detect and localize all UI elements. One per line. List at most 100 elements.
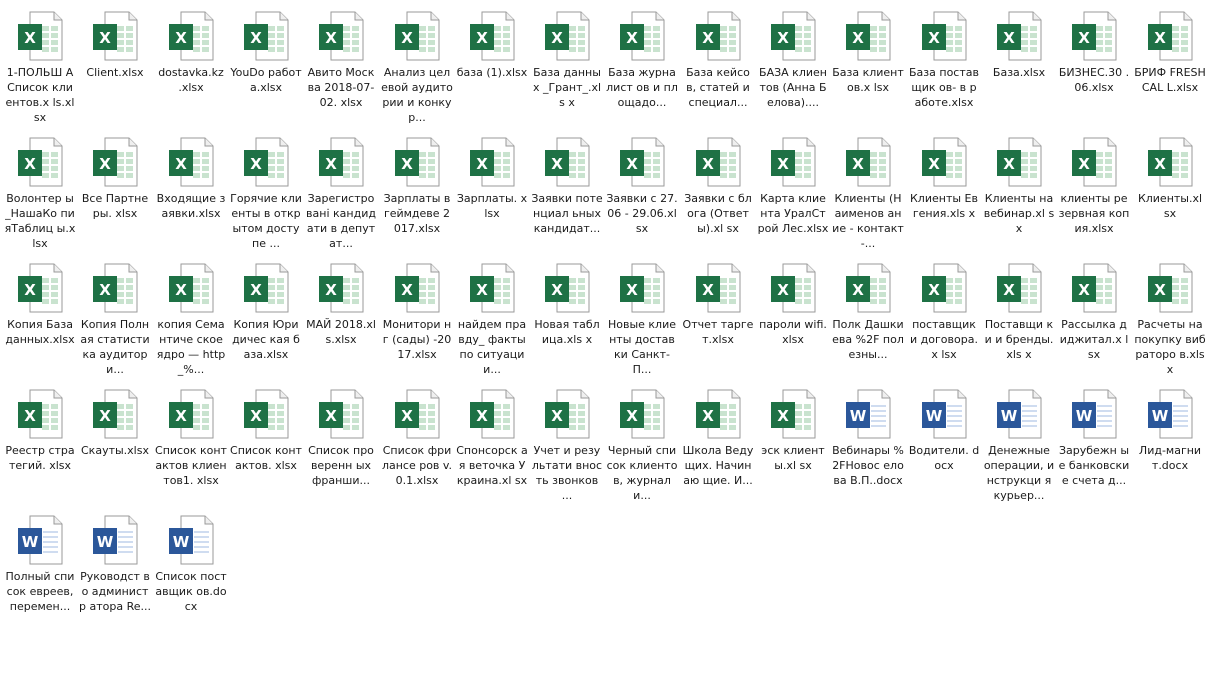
file-item[interactable]: X База.xlsx bbox=[981, 2, 1057, 126]
excel-file-icon: X bbox=[543, 10, 591, 62]
excel-file-icon: X bbox=[242, 10, 290, 62]
file-item[interactable]: X Список фрилансе ров v.0.1.xlsx bbox=[379, 380, 455, 504]
file-item[interactable]: Xпоставщик и договора.x lsx bbox=[906, 254, 982, 378]
file-item[interactable]: X YouDo работа.xlsx bbox=[228, 2, 304, 126]
excel-file-icon: X bbox=[91, 262, 139, 314]
svg-text:X: X bbox=[852, 281, 864, 299]
file-item[interactable]: X Авито Москва 2018-07-02. xlsx bbox=[303, 2, 379, 126]
svg-text:X: X bbox=[24, 29, 36, 47]
file-item[interactable]: X Горячие клиенты в открытом доступе ... bbox=[228, 128, 304, 252]
file-item[interactable]: X Новая таблица.xls x bbox=[529, 254, 605, 378]
file-item[interactable]: X Новые клиенты доставки Санкт-П... bbox=[604, 254, 680, 378]
svg-text:X: X bbox=[626, 155, 638, 173]
file-item[interactable]: X Скауты.xlsx bbox=[77, 380, 153, 504]
file-item[interactable]: X Список контактов клиентов1. xlsx bbox=[153, 380, 229, 504]
file-item[interactable]: X Карта клиента УралСтрой Лес.xlsx bbox=[755, 128, 831, 252]
file-item[interactable]: X Анализ целевой аудитории и конкур... bbox=[379, 2, 455, 126]
file-item[interactable]: Xклиенты резервная копия.xlsx bbox=[1056, 128, 1132, 252]
file-name-label: БРИФ FRESHCAL L.xlsx bbox=[1134, 66, 1206, 94]
svg-text:X: X bbox=[401, 407, 413, 425]
file-item[interactable]: X База данных _Грант_.xls x bbox=[529, 2, 605, 126]
file-item[interactable]: X Клиенты (Наименов ание - контакт -... bbox=[830, 128, 906, 252]
excel-file-icon: X bbox=[543, 262, 591, 314]
file-item[interactable]: W Зарубежн ые банковски е счета д... bbox=[1056, 380, 1132, 504]
word-file-icon: W bbox=[995, 388, 1043, 440]
file-item[interactable]: X Копия Полная статистика аудитори... bbox=[77, 254, 153, 378]
excel-file-icon: X bbox=[995, 10, 1043, 62]
file-item[interactable]: X Поставщи ки и бренды.xls x bbox=[981, 254, 1057, 378]
file-item[interactable]: X Учет и результати вность звонков ... bbox=[529, 380, 605, 504]
file-item[interactable]: X Заявки с блога (Ответы).xl sx bbox=[680, 128, 756, 252]
file-item[interactable]: Xнайдем правду_ факты по ситуации... bbox=[454, 254, 530, 378]
file-item[interactable]: X Спонсорск ая веточка Украина.xl sx bbox=[454, 380, 530, 504]
svg-text:W: W bbox=[1076, 407, 1093, 425]
file-item[interactable]: X БРИФ FRESHCAL L.xlsx bbox=[1132, 2, 1208, 126]
file-item[interactable]: X Client.xlsx bbox=[77, 2, 153, 126]
excel-file-icon: X bbox=[995, 136, 1043, 188]
file-name-label: База данных _Грант_.xls x bbox=[532, 66, 602, 109]
file-item[interactable]: X Черный список клиентов, журнали... bbox=[604, 380, 680, 504]
file-item[interactable]: X Отчет таргет.xlsx bbox=[680, 254, 756, 378]
file-item[interactable]: Xбаза (1).xlsx bbox=[454, 2, 530, 126]
file-name-label: Копия Юридичес кая база.xlsx bbox=[232, 318, 300, 361]
file-item[interactable]: X База клиентов.x lsx bbox=[830, 2, 906, 126]
file-item[interactable]: Xпароли wifi.xlsx bbox=[755, 254, 831, 378]
file-item[interactable]: W Руководст во администр атора Re... bbox=[77, 506, 153, 630]
excel-file-icon: X bbox=[16, 136, 64, 188]
svg-text:X: X bbox=[1003, 155, 1015, 173]
file-name-label: База клиентов.x lsx bbox=[832, 66, 904, 94]
file-item[interactable]: X Школа Ведущих. Начинаю щие. И... bbox=[680, 380, 756, 504]
file-item[interactable]: X База поставщик ов- в работе.xlsx bbox=[906, 2, 982, 126]
file-name-label: Руководст во администр атора Re... bbox=[79, 570, 151, 613]
file-item[interactable]: X Клиенты на вебинар.xl sx bbox=[981, 128, 1057, 252]
file-item[interactable]: W Водители. docx bbox=[906, 380, 982, 504]
excel-file-icon: X bbox=[1146, 10, 1194, 62]
svg-text:X: X bbox=[852, 155, 864, 173]
file-item[interactable]: X Монитори нг (сады) -2017.xlsx bbox=[379, 254, 455, 378]
file-item[interactable]: X БИЗНЕС.30 .06.xlsx bbox=[1056, 2, 1132, 126]
file-item[interactable]: X Список проверенн ых франши... bbox=[303, 380, 379, 504]
file-item[interactable]: Xdostavka.kz .xlsx bbox=[153, 2, 229, 126]
file-item[interactable]: X База кейсов, статей и специал... bbox=[680, 2, 756, 126]
excel-file-icon: X bbox=[769, 10, 817, 62]
file-name-label: Клиенты на вебинар.xl sx bbox=[983, 192, 1055, 235]
file-item[interactable]: X МАЙ 2018.xls.xlsx bbox=[303, 254, 379, 378]
svg-text:X: X bbox=[702, 155, 714, 173]
file-item[interactable]: X Клиенты Евгения.xls x bbox=[906, 128, 982, 252]
file-item[interactable]: W Денежные операции, инструкци я курьер..… bbox=[981, 380, 1057, 504]
file-item[interactable]: X Расчеты на покупку вибраторо в.xlsx bbox=[1132, 254, 1208, 378]
svg-text:X: X bbox=[175, 407, 187, 425]
file-item[interactable]: Xэск клиенты.xl sx bbox=[755, 380, 831, 504]
file-item[interactable]: X Рассылка диджитал.x lsx bbox=[1056, 254, 1132, 378]
file-name-label: Лид-магни т.docx bbox=[1138, 444, 1202, 472]
file-item[interactable]: X БАЗА клиентов (Анна Белова).... bbox=[755, 2, 831, 126]
file-item[interactable]: W Вебинары %2FНовос елова В.П..docx bbox=[830, 380, 906, 504]
file-item[interactable]: X Волонтер ы_НашаКо пияТаблиц ы.xlsx bbox=[2, 128, 78, 252]
file-item[interactable]: X База журналист ов и площадо... bbox=[604, 2, 680, 126]
svg-text:X: X bbox=[24, 407, 36, 425]
file-item[interactable]: X Входящие заявки.xlsx bbox=[153, 128, 229, 252]
svg-text:X: X bbox=[1003, 281, 1015, 299]
file-item[interactable]: X Заявки потенциал ьных кандидат... bbox=[529, 128, 605, 252]
file-item[interactable]: X Заявки с 27.06 - 29.06.xlsx bbox=[604, 128, 680, 252]
file-item[interactable]: X Зарплаты. xlsx bbox=[454, 128, 530, 252]
file-item[interactable]: X Клиенты.xl sx bbox=[1132, 128, 1208, 252]
file-item[interactable]: X Копия Юридичес кая база.xlsx bbox=[228, 254, 304, 378]
file-item[interactable]: X Полк Дашкиева %2F полезны... bbox=[830, 254, 906, 378]
file-item[interactable]: W Полный список евреев, перемен... bbox=[2, 506, 78, 630]
file-item[interactable]: X Реестр стратегий. xlsx bbox=[2, 380, 78, 504]
svg-text:W: W bbox=[22, 533, 39, 551]
file-item[interactable]: X Список контактов. xlsx bbox=[228, 380, 304, 504]
file-item[interactable]: Xкопия Семантиче ское ядро — http_%... bbox=[153, 254, 229, 378]
file-item[interactable]: W Список поставщик ов.docx bbox=[153, 506, 229, 630]
file-item[interactable]: X Зарплаты в геймдеве 2017.xlsx bbox=[379, 128, 455, 252]
file-item[interactable]: X Копия База данных.xlsx bbox=[2, 254, 78, 378]
svg-text:X: X bbox=[99, 281, 111, 299]
word-file-icon: W bbox=[1146, 388, 1194, 440]
word-file-icon: W bbox=[91, 514, 139, 566]
file-item[interactable]: X Зарегистро вані кандидати в депутат... bbox=[303, 128, 379, 252]
excel-file-icon: X bbox=[91, 136, 139, 188]
file-item[interactable]: X Все Партнеры. xlsx bbox=[77, 128, 153, 252]
file-item[interactable]: W Лид-магни т.docx bbox=[1132, 380, 1208, 504]
file-item[interactable]: X 1-ПОЛЬШ А Список клиентов.x ls.xlsx bbox=[2, 2, 78, 126]
